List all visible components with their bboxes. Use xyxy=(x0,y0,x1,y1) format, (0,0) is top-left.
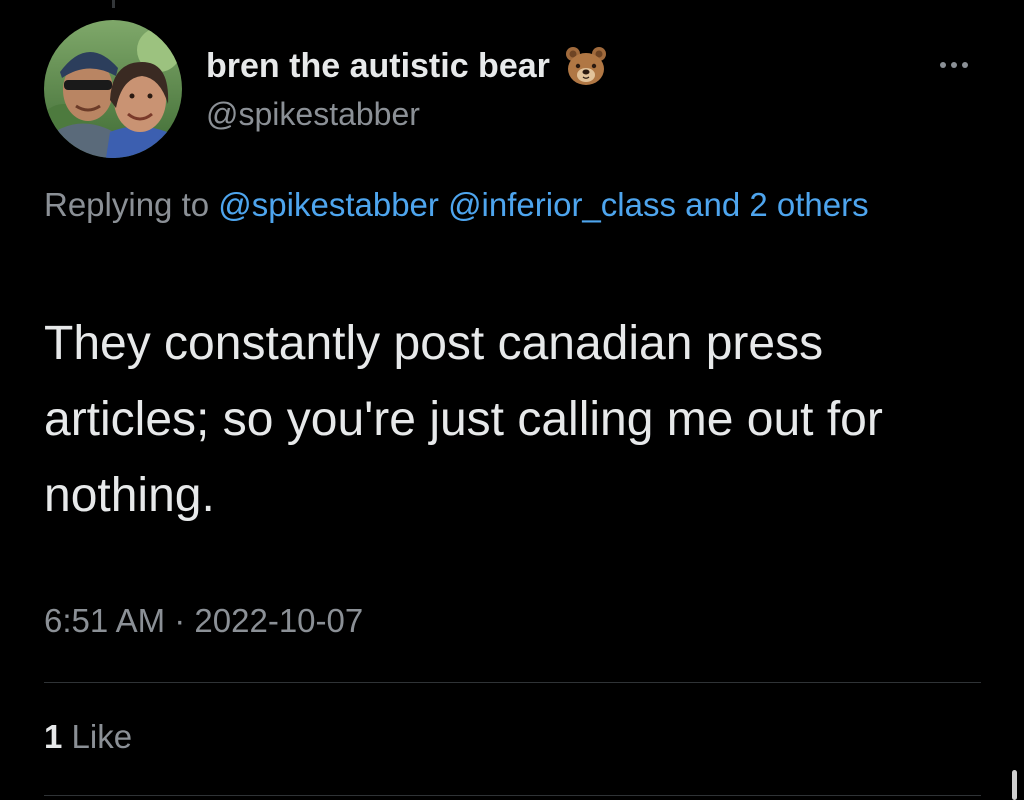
like-label: Like xyxy=(71,718,133,755)
tweet-time: 6:51 AM xyxy=(44,602,166,639)
more-dot-icon xyxy=(962,62,968,68)
tweet-date: 2022-10-07 xyxy=(194,602,364,639)
tweet-text: They constantly post canadian press arti… xyxy=(44,317,883,522)
scrollbar[interactable] xyxy=(1012,770,1017,800)
like-count: 1 xyxy=(44,718,63,755)
avatar[interactable] xyxy=(44,20,182,158)
author-handle[interactable]: @spikestabber xyxy=(206,96,420,133)
mention-link-inferior-class[interactable]: @inferior_class xyxy=(448,186,676,223)
bear-face-icon xyxy=(564,44,608,88)
more-dot-icon xyxy=(951,62,957,68)
mention-others-link[interactable]: and 2 others xyxy=(685,186,868,223)
thread-connector-line xyxy=(112,0,115,8)
tweet-timestamp[interactable]: 6:51 AM · 2022-10-07 xyxy=(44,602,363,640)
display-name-text: bren the autistic bear xyxy=(206,46,550,85)
likes-count-link[interactable]: 1 Like xyxy=(44,718,132,756)
more-dot-icon xyxy=(940,62,946,68)
reply-context: Replying to @spikestabber @inferior_clas… xyxy=(44,176,964,233)
more-options-button[interactable] xyxy=(930,50,978,80)
divider xyxy=(44,795,981,796)
divider xyxy=(44,682,981,683)
mention-link-spikestabber[interactable]: @spikestabber xyxy=(218,186,439,223)
replying-to-label: Replying to xyxy=(44,186,210,223)
author-display-name[interactable]: bren the autistic bear xyxy=(206,44,608,88)
timestamp-separator: · xyxy=(174,602,186,639)
